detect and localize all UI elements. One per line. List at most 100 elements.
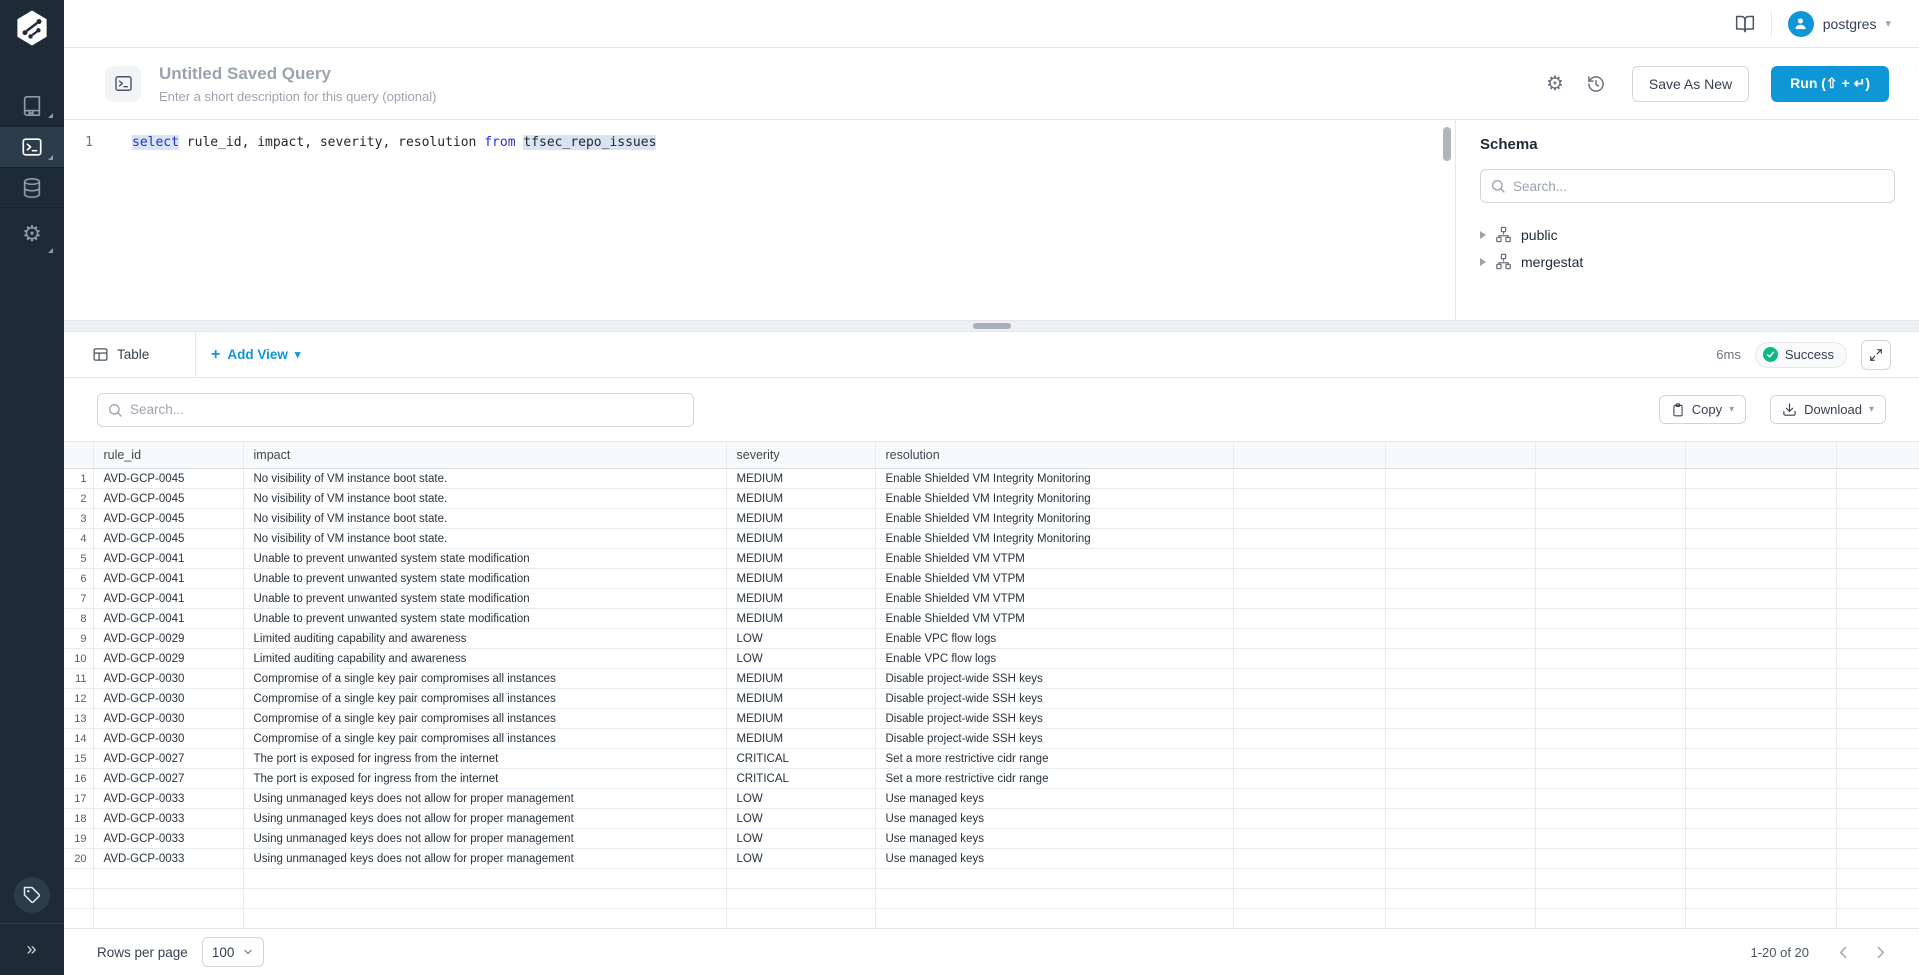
table-cell[interactable]: Unable to prevent unwanted system state … xyxy=(243,589,726,609)
table-cell[interactable]: Compromise of a single key pair compromi… xyxy=(243,669,726,689)
table-cell[interactable]: Using unmanaged keys does not allow for … xyxy=(243,809,726,829)
table-cell[interactable]: MEDIUM xyxy=(726,689,875,709)
column-header-impact[interactable]: impact xyxy=(243,442,726,469)
table-cell[interactable]: Disable project-wide SSH keys xyxy=(875,689,1233,709)
table-cell[interactable]: MEDIUM xyxy=(726,489,875,509)
table-cell[interactable]: MEDIUM xyxy=(726,529,875,549)
sidebar-item-data[interactable] xyxy=(0,168,64,208)
table-cell[interactable]: No visibility of VM instance boot state. xyxy=(243,529,726,549)
query-description-placeholder[interactable]: Enter a short description for this query… xyxy=(159,89,436,104)
table-cell[interactable]: Unable to prevent unwanted system state … xyxy=(243,569,726,589)
copy-button[interactable]: Copy ▾ xyxy=(1659,395,1746,424)
rows-per-page-select[interactable]: 100 xyxy=(202,937,264,967)
table-cell[interactable]: Use managed keys xyxy=(875,809,1233,829)
table-cell[interactable]: Unable to prevent unwanted system state … xyxy=(243,609,726,629)
table-cell[interactable]: AVD-GCP-0041 xyxy=(93,549,243,569)
resize-handle[interactable] xyxy=(973,323,1011,329)
table-cell[interactable]: AVD-GCP-0027 xyxy=(93,769,243,789)
run-button[interactable]: Run (⇧ + ↵) xyxy=(1771,66,1889,102)
sql-editor[interactable]: 1 select rule_id, impact, severity, reso… xyxy=(64,120,1455,320)
table-cell[interactable]: AVD-GCP-0041 xyxy=(93,589,243,609)
query-title[interactable]: Untitled Saved Query xyxy=(159,64,436,84)
previous-page-button[interactable] xyxy=(1835,944,1852,961)
schema-tree-item-public[interactable]: public xyxy=(1480,221,1895,248)
table-cell[interactable]: No visibility of VM instance boot state. xyxy=(243,509,726,529)
table-cell[interactable]: AVD-GCP-0041 xyxy=(93,569,243,589)
table-cell[interactable]: MEDIUM xyxy=(726,549,875,569)
download-button[interactable]: Download ▾ xyxy=(1770,395,1886,424)
add-view-button[interactable]: + Add View ▾ xyxy=(211,346,300,364)
sidebar-item-settings[interactable]: ⚙ xyxy=(0,208,64,260)
results-search-input[interactable] xyxy=(97,393,694,427)
table-cell[interactable]: AVD-GCP-0045 xyxy=(93,509,243,529)
table-cell[interactable]: Using unmanaged keys does not allow for … xyxy=(243,829,726,849)
table-cell[interactable]: Disable project-wide SSH keys xyxy=(875,709,1233,729)
table-cell[interactable]: AVD-GCP-0030 xyxy=(93,709,243,729)
table-cell[interactable]: LOW xyxy=(726,829,875,849)
schema-search-input[interactable] xyxy=(1480,169,1895,203)
table-cell[interactable]: CRITICAL xyxy=(726,769,875,789)
table-cell[interactable]: Using unmanaged keys does not allow for … xyxy=(243,789,726,809)
table-cell[interactable]: MEDIUM xyxy=(726,669,875,689)
table-cell[interactable]: Use managed keys xyxy=(875,829,1233,849)
table-cell[interactable]: AVD-GCP-0033 xyxy=(93,789,243,809)
table-cell[interactable]: MEDIUM xyxy=(726,469,875,489)
user-menu[interactable]: postgres ▾ xyxy=(1788,11,1891,37)
table-cell[interactable]: No visibility of VM instance boot state. xyxy=(243,489,726,509)
table-cell[interactable]: Compromise of a single key pair compromi… xyxy=(243,689,726,709)
expand-results-button[interactable] xyxy=(1861,340,1891,370)
table-cell[interactable]: AVD-GCP-0045 xyxy=(93,529,243,549)
table-cell[interactable]: Enable Shielded VM Integrity Monitoring xyxy=(875,509,1233,529)
table-cell[interactable]: Limited auditing capability and awarenes… xyxy=(243,629,726,649)
table-cell[interactable]: MEDIUM xyxy=(726,589,875,609)
table-cell[interactable]: CRITICAL xyxy=(726,749,875,769)
table-cell[interactable]: AVD-GCP-0027 xyxy=(93,749,243,769)
tab-table[interactable]: Table xyxy=(64,332,196,377)
table-cell[interactable]: MEDIUM xyxy=(726,709,875,729)
table-cell[interactable]: AVD-GCP-0030 xyxy=(93,669,243,689)
docs-button[interactable] xyxy=(1735,14,1755,34)
table-cell[interactable]: AVD-GCP-0030 xyxy=(93,729,243,749)
table-cell[interactable]: The port is exposed for ingress from the… xyxy=(243,749,726,769)
table-cell[interactable]: Enable Shielded VM VTPM xyxy=(875,589,1233,609)
sidebar-item-repos[interactable] xyxy=(0,86,64,126)
table-cell[interactable]: AVD-GCP-0045 xyxy=(93,489,243,509)
column-header-severity[interactable]: severity xyxy=(726,442,875,469)
table-cell[interactable]: Enable Shielded VM Integrity Monitoring xyxy=(875,529,1233,549)
table-cell[interactable]: LOW xyxy=(726,789,875,809)
table-cell[interactable]: MEDIUM xyxy=(726,509,875,529)
query-settings-button[interactable]: ⚙ xyxy=(1546,74,1564,94)
table-cell[interactable]: AVD-GCP-0033 xyxy=(93,849,243,869)
table-cell[interactable]: LOW xyxy=(726,649,875,669)
mergestat-logo[interactable] xyxy=(0,0,64,56)
table-cell[interactable]: Set a more restrictive cidr range xyxy=(875,769,1233,789)
table-cell[interactable]: Enable Shielded VM Integrity Monitoring xyxy=(875,469,1233,489)
column-header-rule-id[interactable]: rule_id xyxy=(93,442,243,469)
table-cell[interactable]: Use managed keys xyxy=(875,789,1233,809)
table-cell[interactable]: MEDIUM xyxy=(726,609,875,629)
table-cell[interactable]: Enable Shielded VM VTPM xyxy=(875,549,1233,569)
table-cell[interactable]: Enable Shielded VM VTPM xyxy=(875,569,1233,589)
table-cell[interactable]: Disable project-wide SSH keys xyxy=(875,669,1233,689)
table-cell[interactable]: Set a more restrictive cidr range xyxy=(875,749,1233,769)
table-cell[interactable]: Compromise of a single key pair compromi… xyxy=(243,709,726,729)
caret-right-icon[interactable] xyxy=(1480,258,1486,266)
table-cell[interactable]: LOW xyxy=(726,849,875,869)
table-cell[interactable]: Using unmanaged keys does not allow for … xyxy=(243,849,726,869)
table-cell[interactable]: MEDIUM xyxy=(726,729,875,749)
query-history-button[interactable] xyxy=(1586,74,1606,94)
sidebar-item-queries[interactable] xyxy=(0,126,64,168)
table-cell[interactable]: Enable VPC flow logs xyxy=(875,649,1233,669)
table-cell[interactable]: Unable to prevent unwanted system state … xyxy=(243,549,726,569)
table-cell[interactable]: Use managed keys xyxy=(875,849,1233,869)
table-cell[interactable]: MEDIUM xyxy=(726,569,875,589)
sidebar-collapse-button[interactable]: » xyxy=(0,923,64,975)
table-cell[interactable]: LOW xyxy=(726,629,875,649)
table-cell[interactable]: Enable Shielded VM Integrity Monitoring xyxy=(875,489,1233,509)
column-header-resolution[interactable]: resolution xyxy=(875,442,1233,469)
table-cell[interactable]: Limited auditing capability and awarenes… xyxy=(243,649,726,669)
save-as-new-button[interactable]: Save As New xyxy=(1632,66,1749,102)
table-cell[interactable]: Compromise of a single key pair compromi… xyxy=(243,729,726,749)
table-cell[interactable]: AVD-GCP-0030 xyxy=(93,689,243,709)
table-cell[interactable]: Enable Shielded VM VTPM xyxy=(875,609,1233,629)
